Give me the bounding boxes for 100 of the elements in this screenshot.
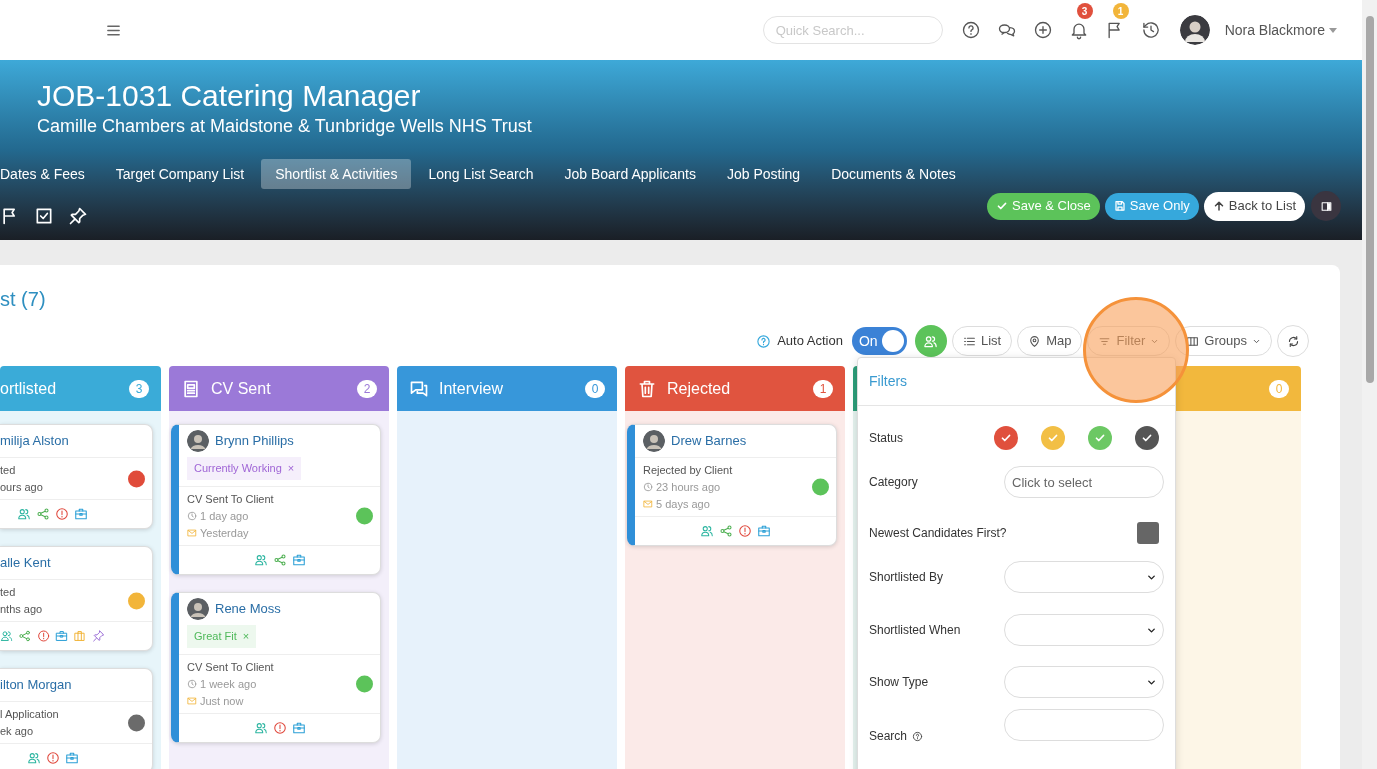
user-menu[interactable]: Nora Blackmore <box>1224 19 1337 41</box>
board-title: st (7) <box>0 287 47 312</box>
briefcase-icon[interactable] <box>55 629 69 643</box>
card-detail: 1 week ago <box>200 676 257 692</box>
card-detail: ted <box>0 462 16 478</box>
tab[interactable]: Target Company List <box>101 159 259 189</box>
people-icon[interactable] <box>700 524 714 538</box>
trash-icon <box>637 378 657 399</box>
tab[interactable]: Dates & Fees <box>0 159 99 189</box>
field-label: Newest Candidates First? <box>869 525 1007 542</box>
candidate-name[interactable]: Brynn Phillips <box>215 431 294 451</box>
remove-tag-button[interactable]: × <box>287 460 295 477</box>
card-detail: l Application <box>0 706 59 722</box>
briefcase-icon[interactable] <box>74 507 88 521</box>
card-detail: Rejected by Client <box>643 462 733 478</box>
alert-icon[interactable] <box>45 751 60 765</box>
alert-icon[interactable] <box>272 721 287 735</box>
tag: Great Fit × <box>187 625 257 648</box>
status-option[interactable] <box>1135 426 1159 450</box>
scrollbar-thumb[interactable] <box>1366 16 1374 383</box>
count-badge: 0 <box>1269 379 1289 398</box>
help-icon[interactable] <box>912 730 924 742</box>
share-icon[interactable] <box>272 553 287 567</box>
sidebar-toggle-button[interactable] <box>1311 191 1341 221</box>
alert-icon[interactable] <box>36 629 50 643</box>
people-icon <box>923 333 939 349</box>
avatar <box>187 430 209 452</box>
people-button[interactable] <box>914 325 947 357</box>
card-detail: 5 days ago <box>656 496 710 512</box>
tab[interactable]: Job Posting <box>713 159 815 189</box>
people-icon[interactable] <box>17 507 31 521</box>
panel-title: Filters <box>869 372 908 391</box>
candidate-card[interactable]: ilton Morgan l Application ek ago <box>0 668 153 769</box>
arrow-up-icon <box>1212 200 1225 212</box>
candidate-card[interactable]: Brynn Phillips Currently Working × CV Sent To Client 1 day ago Yesterday <box>171 424 381 575</box>
candidate-name[interactable]: alle Kent <box>0 553 51 573</box>
tab[interactable]: Job Board Applicants <box>550 159 710 189</box>
auto-action-label: Auto Action <box>777 332 843 351</box>
candidate-card[interactable]: Rene Moss Great Fit × CV Sent To Client 1 week ago Just now <box>171 592 381 743</box>
candidate-name[interactable]: ilton Morgan <box>0 675 72 695</box>
category-field[interactable]: Click to select <box>1004 466 1164 498</box>
pin-icon[interactable] <box>68 206 88 226</box>
avatar <box>643 430 665 452</box>
tab[interactable]: Shortlist & Activities <box>261 159 412 189</box>
check-icon <box>1047 432 1059 444</box>
status-option[interactable] <box>994 426 1018 450</box>
suitcase-icon[interactable] <box>73 629 87 643</box>
count-badge: 1 <box>813 379 833 398</box>
card-detail: nths ago <box>0 601 43 617</box>
mail-icon <box>187 696 197 706</box>
candidate-name[interactable]: Drew Barnes <box>671 431 747 451</box>
card-detail: ours ago <box>0 479 43 495</box>
card-detail: ek ago <box>0 723 34 739</box>
candidate-card[interactable]: milija Alston ted ours ago <box>0 424 153 529</box>
column-title: ortlisted <box>0 378 57 399</box>
refresh-icon <box>1286 334 1300 348</box>
mail-icon <box>643 499 653 509</box>
avatar[interactable] <box>1179 15 1210 45</box>
plus-circle-icon[interactable] <box>1032 20 1053 40</box>
share-icon[interactable] <box>36 507 50 521</box>
help-icon[interactable] <box>960 20 981 40</box>
field-label: Category <box>869 474 918 491</box>
card-detail: 23 hours ago <box>656 479 721 495</box>
column-title: CV Sent <box>211 378 271 399</box>
check-icon <box>1000 432 1012 444</box>
clock-icon <box>187 511 197 521</box>
people-icon[interactable] <box>253 553 268 567</box>
people-icon[interactable] <box>0 629 14 643</box>
field-label: Shortlisted When <box>869 622 961 639</box>
caret-icon <box>1329 27 1337 33</box>
share-icon[interactable] <box>18 629 32 643</box>
candidate-card[interactable]: alle Kent ted nths ago <box>0 546 153 651</box>
checkbox-icon[interactable] <box>34 206 54 226</box>
tab[interactable]: Long List Search <box>414 159 548 189</box>
share-icon[interactable] <box>719 524 733 538</box>
back-button[interactable]: Back to List <box>1203 191 1305 221</box>
people-icon[interactable] <box>26 751 41 765</box>
tab[interactable]: Documents & Notes <box>817 159 970 189</box>
history-icon[interactable] <box>1140 20 1161 40</box>
alert-icon[interactable] <box>55 507 69 521</box>
card-detail: 1 day ago <box>200 508 249 524</box>
briefcase-icon[interactable] <box>291 721 306 735</box>
briefcase-icon[interactable] <box>64 751 79 765</box>
card-detail: ted <box>0 584 16 600</box>
checkbox[interactable] <box>1137 522 1159 544</box>
candidate-card[interactable]: Drew Barnes Rejected by Client 23 hours ago 5 days ago <box>627 424 837 546</box>
field-label: Status <box>869 430 904 447</box>
people-icon[interactable] <box>253 721 268 735</box>
page-title: JOB-1031 Catering Manager <box>36 78 422 114</box>
search-field[interactable] <box>1004 709 1164 741</box>
card-detail: Yesterday <box>200 525 249 541</box>
briefcase-icon[interactable] <box>757 524 771 538</box>
auto-action-toggle[interactable]: On <box>851 327 907 355</box>
field-label: Search <box>869 728 908 745</box>
candidate-name[interactable]: Rene Moss <box>215 599 281 619</box>
field-label: Show Type <box>869 674 929 691</box>
alert-icon[interactable] <box>738 524 752 538</box>
briefcase-icon[interactable] <box>291 553 306 567</box>
candidate-name[interactable]: milija Alston <box>0 431 69 451</box>
document-icon <box>181 378 201 399</box>
